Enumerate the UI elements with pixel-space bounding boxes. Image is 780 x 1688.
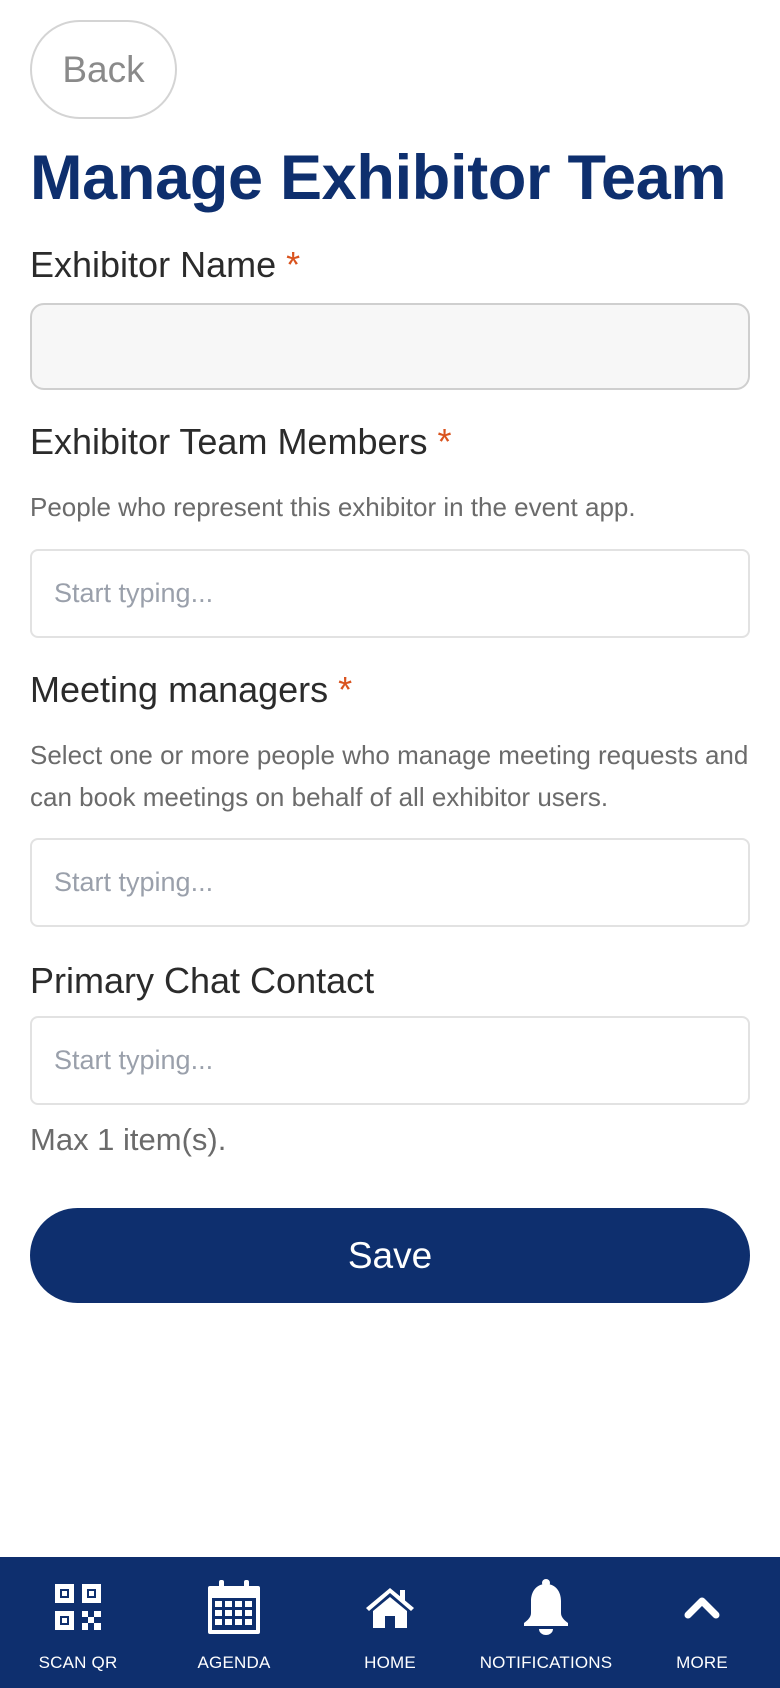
nav-label-more: MORE <box>676 1653 728 1672</box>
nav-item-notifications[interactable]: NOTIFICATIONS <box>468 1557 624 1688</box>
team-members-input[interactable] <box>30 549 750 638</box>
home-icon <box>362 1579 418 1635</box>
nav-item-agenda[interactable]: AGENDA <box>156 1557 312 1688</box>
chevron-up-icon <box>674 1579 730 1635</box>
team-members-help: People who represent this exhibitor in t… <box>30 492 636 522</box>
max-items-note: Max 1 item(s). <box>30 1122 227 1157</box>
required-indicator: * <box>286 244 301 285</box>
qr-code-icon <box>50 1579 106 1635</box>
exhibitor-name-field[interactable] <box>30 303 750 390</box>
primary-chat-contact-input[interactable] <box>30 1016 750 1105</box>
bell-icon <box>518 1579 574 1635</box>
primary-chat-contact-label-text: Primary Chat Contact <box>30 960 375 1001</box>
page-title: Manage Exhibitor Team <box>30 143 727 213</box>
meeting-managers-label: Meeting managers * <box>30 669 352 711</box>
save-button[interactable]: Save <box>30 1208 750 1303</box>
exhibitor-name-label: Exhibitor Name * <box>30 244 300 286</box>
nav-label-notifications: NOTIFICATIONS <box>479 1653 613 1672</box>
meeting-managers-help: Select one or more people who manage mee… <box>30 740 749 812</box>
bottom-nav: SCAN QR AGENDA HOME NOTIFICATIONS MORE <box>0 1557 780 1688</box>
nav-item-scan-qr[interactable]: SCAN QR <box>0 1557 156 1688</box>
primary-chat-contact-label: Primary Chat Contact <box>30 960 374 1002</box>
nav-label-agenda: AGENDA <box>197 1653 271 1672</box>
required-indicator: * <box>437 421 452 462</box>
required-indicator: * <box>338 669 353 710</box>
calendar-icon <box>206 1579 262 1635</box>
team-members-label: Exhibitor Team Members * <box>30 421 452 463</box>
meeting-managers-input[interactable] <box>30 838 750 927</box>
exhibitor-name-label-text: Exhibitor Name <box>30 244 277 285</box>
nav-item-home[interactable]: HOME <box>312 1557 468 1688</box>
team-members-label-text: Exhibitor Team Members <box>30 421 428 462</box>
nav-label-home: HOME <box>364 1653 416 1672</box>
meeting-managers-label-text: Meeting managers <box>30 669 329 710</box>
nav-label-scan-qr: SCAN QR <box>38 1653 118 1672</box>
back-button[interactable]: Back <box>30 20 177 119</box>
nav-item-more[interactable]: MORE <box>624 1557 780 1688</box>
